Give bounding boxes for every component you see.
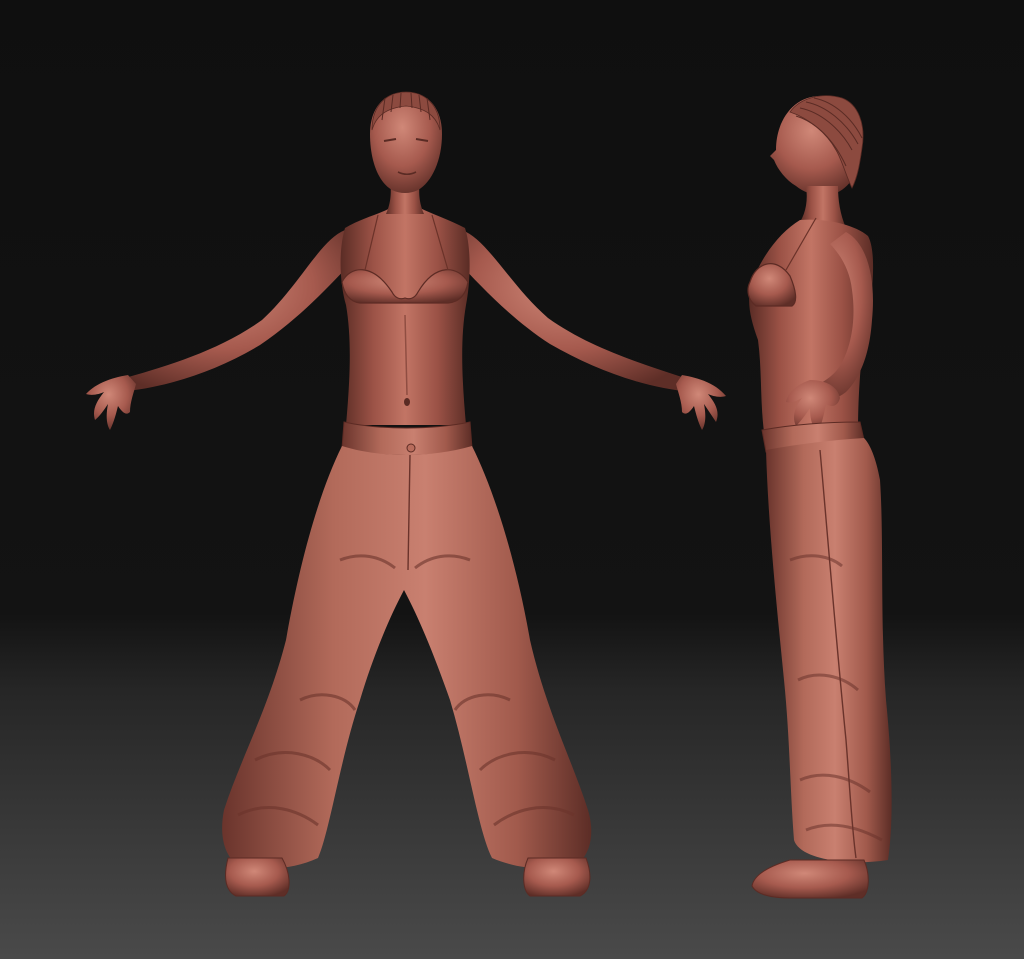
front-figure-right-shoe [523,857,591,897]
front-figure-left-shoe [225,857,290,897]
front-figure-navel [404,398,410,406]
sculpt-viewport [0,0,1024,959]
sculpt-canvas [0,0,1024,959]
front-figure-button [406,443,416,453]
